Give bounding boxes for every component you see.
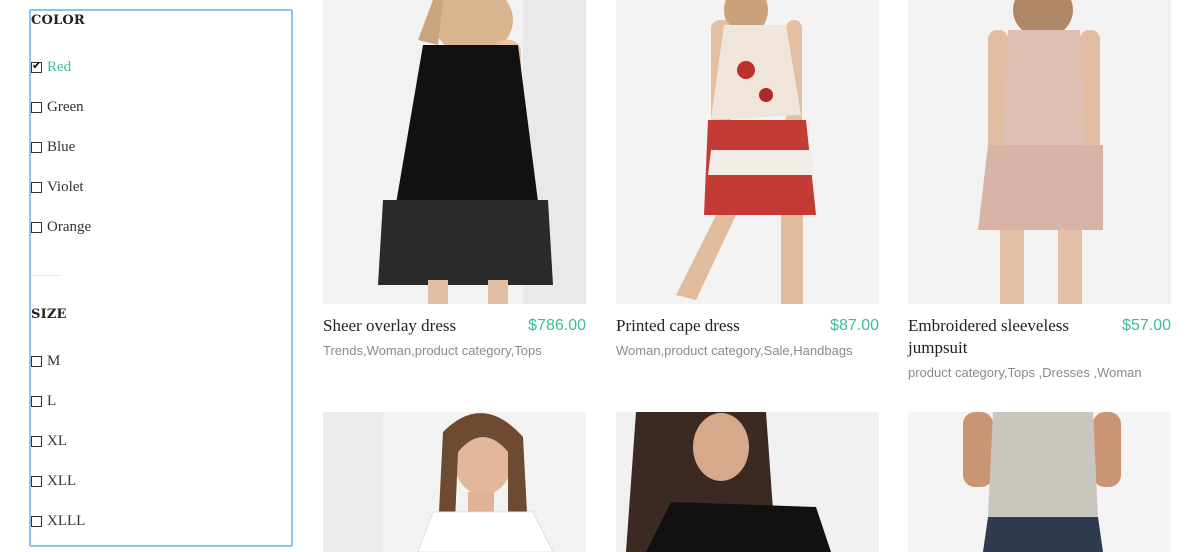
option-label: M [47,352,61,369]
product-name[interactable]: Embroidered sleeveless jumpsuit [908,315,1118,359]
option-label: Orange [47,218,92,235]
option-label: XL [47,432,67,449]
option-label: XLL [47,472,77,489]
product-card[interactable]: Printed cape dress $87.00 Woman,product … [616,0,879,370]
size-filter-title: SIZE [31,307,67,322]
checkbox-icon[interactable] [31,435,42,447]
product-image[interactable] [908,0,1171,304]
product-name[interactable]: Printed cape dress [616,315,816,337]
checkbox-icon[interactable] [31,475,42,487]
product-card[interactable] [616,412,879,552]
product-categories: Trends,Woman,product category,Tops [323,343,542,358]
checkbox-icon[interactable] [31,101,42,113]
color-filter-title: COLOR [31,13,85,28]
product-card[interactable]: Embroidered sleeveless jumpsuit $57.00 p… [908,0,1171,390]
color-option-red[interactable]: Red [31,58,71,76]
size-option-xl[interactable]: XL [31,432,67,450]
size-option-xll[interactable]: XLL [31,472,76,490]
product-price: $57.00 [1122,317,1171,334]
product-image[interactable] [323,0,586,304]
color-option-green[interactable]: Green [31,98,84,116]
product-image[interactable] [908,412,1171,552]
product-card[interactable] [323,412,586,552]
product-name[interactable]: Sheer overlay dress [323,315,523,337]
checkbox-icon[interactable] [31,515,42,527]
product-card[interactable]: Sheer overlay dress $786.00 Trends,Woman… [323,0,586,370]
product-image[interactable] [323,412,586,552]
checkbox-checked-icon[interactable] [31,59,42,73]
color-option-blue[interactable]: Blue [31,138,75,156]
filter-divider [31,275,61,276]
product-card[interactable] [908,412,1171,552]
filter-panel: COLOR Red Green Blue Violet Orange SIZE … [29,9,293,547]
color-option-violet[interactable]: Violet [31,178,84,196]
option-label: XLLL [47,512,86,529]
checkbox-icon[interactable] [31,141,42,153]
option-label: Red [47,58,72,75]
option-label: Green [47,98,84,115]
option-label: L [47,392,57,409]
product-price: $87.00 [830,317,879,334]
checkbox-icon[interactable] [31,221,42,233]
size-option-xlll[interactable]: XLLL [31,512,85,530]
size-option-m[interactable]: M [31,352,60,370]
checkbox-icon[interactable] [31,181,42,193]
checkbox-icon[interactable] [31,395,42,407]
option-label: Violet [47,178,84,195]
checkbox-icon[interactable] [31,355,42,367]
product-image[interactable] [616,0,879,304]
option-label: Blue [47,138,76,155]
product-image[interactable] [616,412,879,552]
product-categories: Woman,product category,Sale,Handbags [616,343,853,358]
color-option-orange[interactable]: Orange [31,218,91,236]
size-option-l[interactable]: L [31,392,56,410]
product-price: $786.00 [528,317,586,334]
product-categories: product category,Tops ,Dresses ,Woman [908,365,1142,380]
